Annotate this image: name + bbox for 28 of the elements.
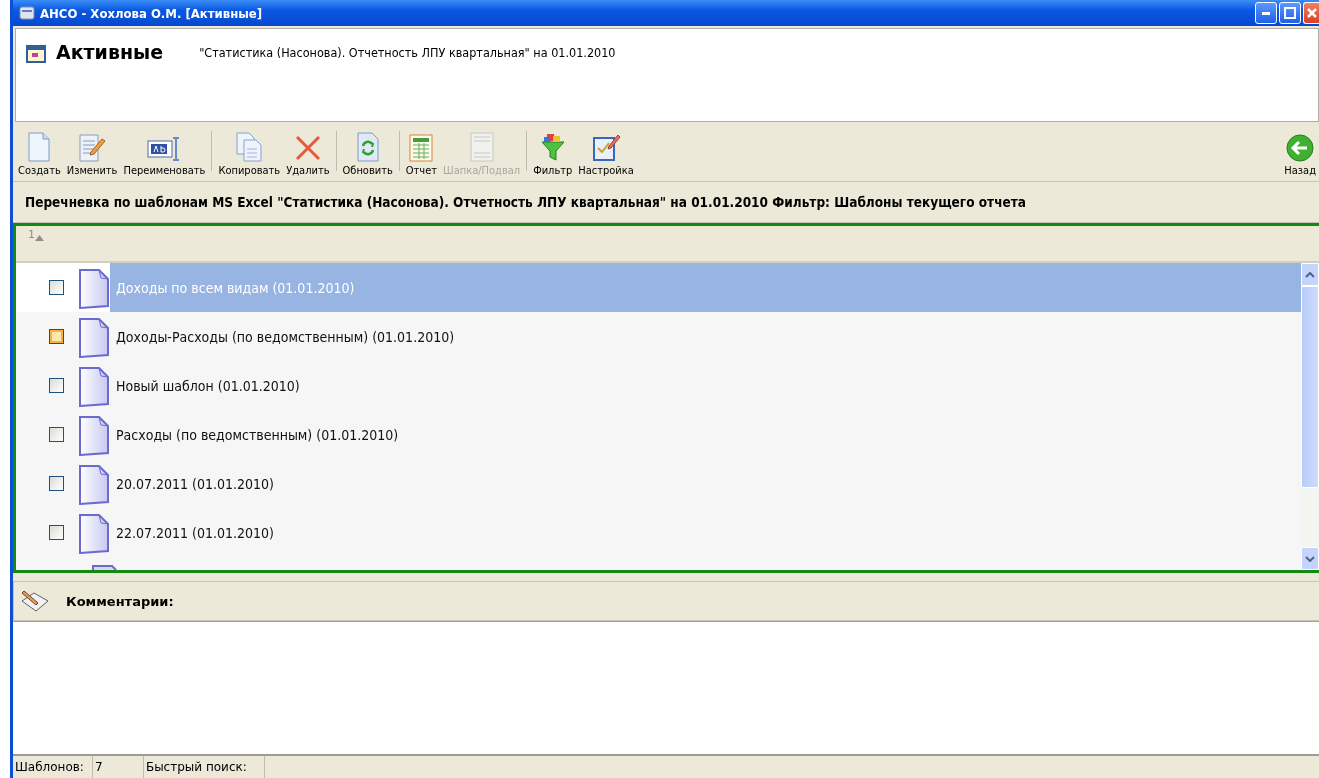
back-button[interactable]: Назад bbox=[1281, 130, 1319, 177]
toolbar-button[interactable]: Фильтр bbox=[530, 130, 576, 177]
toolbar-button[interactable]: Копировать bbox=[215, 130, 284, 177]
page-title: Активные bbox=[56, 41, 164, 63]
toolbar-button[interactable]: Изменить bbox=[63, 130, 121, 177]
toolbar-button[interactable]: Настройка bbox=[575, 130, 637, 177]
template-name: Доходы-Расходы (по ведомственным) (01.01.2010) bbox=[115, 327, 456, 347]
template-name: Расходы (по ведомственным) (01.01.2010) bbox=[115, 425, 400, 445]
info-text: Перечневка по шаблонам MS Excel "Статистика (Насонова). Отчетность ЛПУ квартальная" на 01.01.2010 Фильтр: Шаблоны текущего отчета bbox=[25, 194, 1026, 210]
list-row[interactable]: Расходы (по ведомственным) (01.01.2010) bbox=[16, 410, 1301, 459]
toolbar-button[interactable]: Отчет bbox=[402, 130, 441, 177]
list-row[interactable]: 22.07.2011 (01.01.2010) bbox=[16, 508, 1301, 557]
toolbar-button[interactable]: Создать bbox=[15, 130, 64, 177]
toolbar-button[interactable]: Переименовать bbox=[120, 130, 209, 177]
list-row[interactable]: Доходы-Расходы (по ведомственным) (01.01.2010) bbox=[16, 312, 1301, 361]
report-title: "Статистика (Насонова). Отчетность ЛПУ квартальная" на 01.01.2010 bbox=[199, 45, 616, 60]
comments-title: Комментарии: bbox=[66, 593, 174, 609]
toolbar-button[interactable]: Обновить bbox=[339, 130, 396, 177]
window-title: АНСО - Хохлова О.М. [Активные] bbox=[40, 5, 263, 21]
template-name: 22.07.2011 (01.01.2010) bbox=[115, 523, 275, 543]
list-row[interactable]: 20.07.2011 (01.01.2010) bbox=[16, 459, 1301, 508]
template-name: Новый шаблон (01.01.2010) bbox=[115, 376, 301, 396]
template-name: 20.07.2011 (01.01.2010) bbox=[115, 474, 275, 494]
list-row[interactable]: Новый шаблон (01.01.2010) bbox=[16, 361, 1301, 410]
template-count: 7 bbox=[92, 756, 144, 778]
quick-search-label: Быстрый поиск: bbox=[143, 756, 265, 778]
status-label: Шаблонов: bbox=[13, 756, 93, 778]
toolbar-button[interactable]: Удалить bbox=[283, 130, 333, 177]
